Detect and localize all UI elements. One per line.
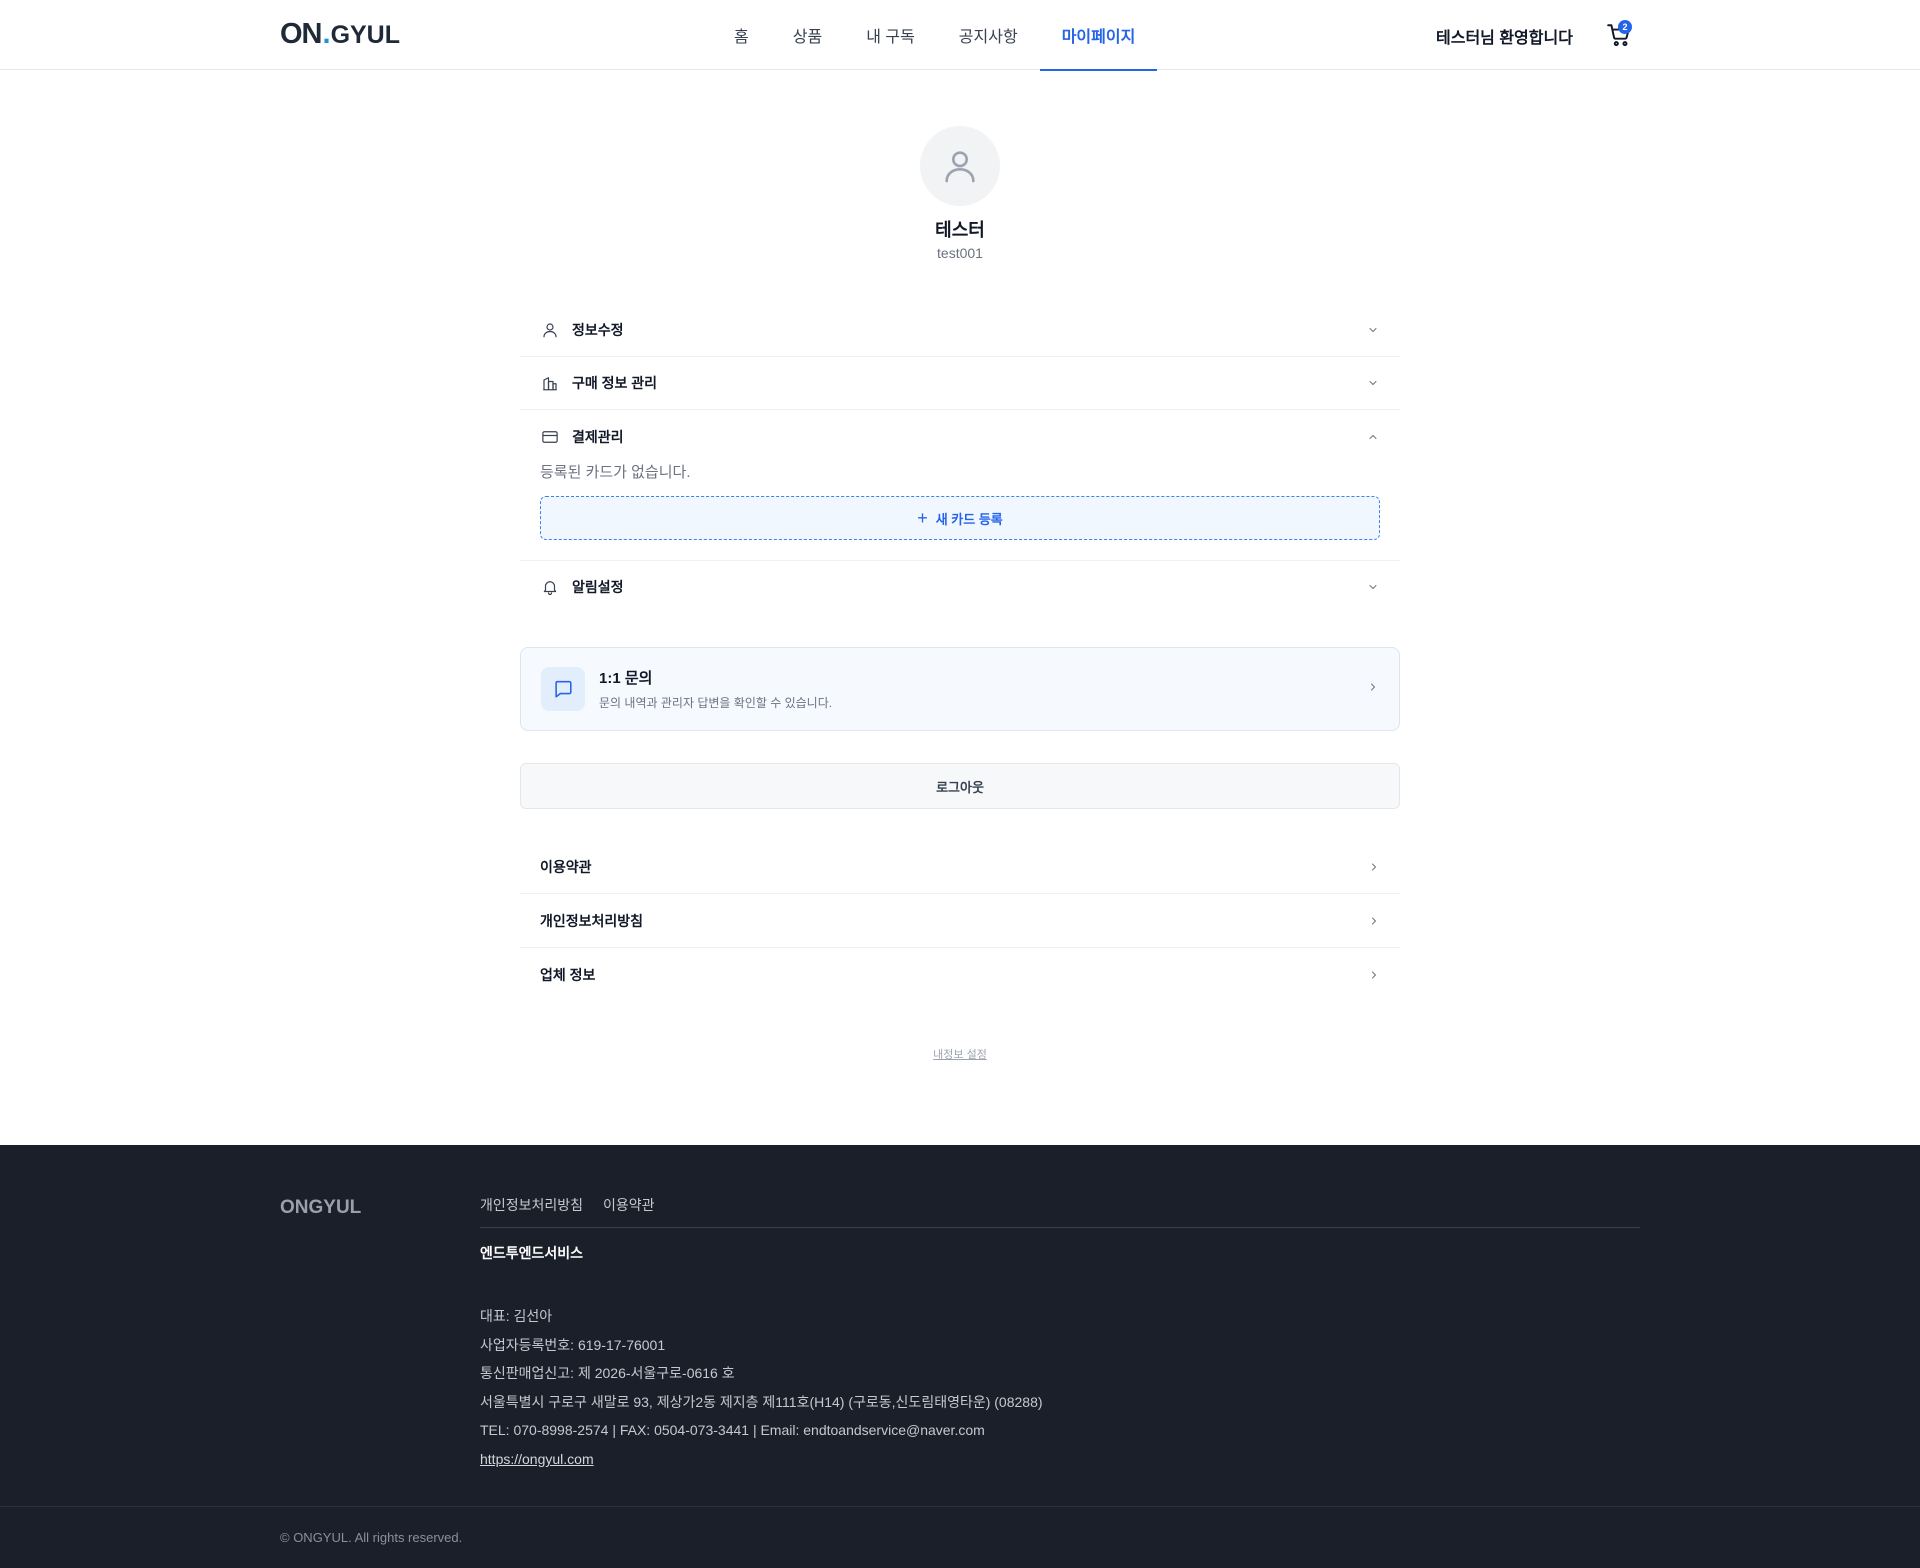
info-links: 이용약관 개인정보처리방침 업체 정보 — [520, 840, 1400, 1002]
building-icon — [540, 373, 560, 393]
account-accordion: 정보수정 구매 정보 관리 결제관리 등록된 카드가 없습니다. + 새 카드 … — [520, 304, 1400, 613]
add-card-label: 새 카드 등록 — [935, 511, 1003, 527]
nav-notices[interactable]: 공지사항 — [937, 0, 1040, 70]
footer-ceo: 대표: 김선아 — [480, 1308, 553, 1324]
chevron-right-icon — [1372, 863, 1377, 870]
inquiry-title: 1:1 문의 — [599, 670, 653, 687]
accordion-label: 정보수정 — [572, 322, 624, 338]
site-logo[interactable]: ON. GYUL — [280, 18, 400, 51]
link-company-info[interactable]: 업체 정보 — [520, 948, 1400, 1002]
logout-button[interactable]: 로그아웃 — [520, 763, 1400, 809]
chevron-right-icon — [1367, 680, 1379, 698]
nav-mypage[interactable]: 마이페이지 — [1039, 0, 1158, 71]
footer-address: 서울특별시 구로구 새말로 93, 제상가2동 제지층 제111호(H14) (… — [480, 1393, 1043, 1410]
my-info-settings-link[interactable]: 내정보 설정 — [933, 1049, 987, 1061]
link-terms[interactable]: 이용약관 — [520, 840, 1400, 894]
footer-divider — [480, 1227, 1640, 1228]
footer-link-terms[interactable]: 이용약관 — [603, 1195, 655, 1215]
welcome-text: 테스터님 환영합니다 — [1436, 30, 1573, 47]
main-nav: 홈 상품 내 구독 공지사항 마이페이지 — [712, 0, 1158, 71]
accordion-label: 구매 정보 관리 — [572, 375, 658, 391]
user-icon — [540, 320, 560, 340]
link-label: 개인정보처리방침 — [540, 912, 644, 929]
site-footer: ONGYUL 개인정보처리방침 이용약관 엔드투엔드서비스 대표: 김선아 사업… — [0, 1145, 1920, 1568]
link-privacy[interactable]: 개인정보처리방침 — [520, 894, 1400, 948]
chevron-up-icon — [1366, 430, 1380, 444]
credit-card-icon — [540, 427, 560, 447]
accordion-label: 결제관리 — [572, 428, 624, 445]
logo-sub: GYUL — [330, 21, 401, 49]
profile-id: test001 — [937, 245, 983, 261]
footer-company-name: 엔드투엔드서비스 — [480, 1245, 584, 1261]
footer-copyright: © ONGYUL. All rights reserved. — [280, 1530, 463, 1545]
top-header: ON. GYUL 홈 상품 내 구독 공지사항 마이페이지 테스터님 환영합니다 … — [0, 0, 1920, 71]
footer-contact: TEL: 070-8998-2574 | FAX: 0504-073-3441 … — [480, 1422, 985, 1439]
accordion-label: 알림설정 — [572, 579, 624, 595]
nav-my-subscription[interactable]: 내 구독 — [844, 0, 937, 70]
link-label: 업체 정보 — [540, 967, 596, 983]
chevron-right-icon — [1372, 971, 1377, 979]
add-card-button[interactable]: + 새 카드 등록 — [540, 496, 1380, 540]
cart-count-badge: 2 — [1618, 20, 1632, 34]
plus-icon: + — [917, 508, 928, 528]
user-icon — [945, 151, 975, 183]
chat-icon — [541, 667, 585, 711]
footer-bottom-divider — [0, 1506, 1920, 1507]
chevron-down-icon — [1366, 323, 1380, 337]
footer-ecommerce-no: 통신판매업신고: 제 2026-서울구로-0616 호 — [480, 1365, 735, 1382]
inquiry-card[interactable]: 1:1 문의 문의 내역과 관리자 답변을 확인할 수 있습니다. — [520, 647, 1400, 731]
profile-name: 테스터 — [935, 220, 985, 240]
link-label: 이용약관 — [540, 858, 592, 875]
logo-dot: . — [322, 18, 331, 50]
footer-business-no: 사업자등록번호: 619-17-76001 — [480, 1336, 666, 1353]
accordion-notification[interactable]: 알림설정 — [520, 561, 1400, 613]
chevron-down-icon — [1366, 376, 1380, 390]
nav-products[interactable]: 상품 — [771, 0, 844, 70]
nav-home[interactable]: 홈 — [712, 0, 771, 70]
chevron-down-icon — [1366, 580, 1380, 594]
footer-links: 개인정보처리방침 이용약관 — [480, 1195, 655, 1215]
accordion-purchase-info[interactable]: 구매 정보 관리 — [520, 357, 1400, 410]
accordion-payment-header[interactable]: 결제관리 — [520, 410, 1400, 463]
avatar — [920, 126, 1000, 206]
footer-link-privacy[interactable]: 개인정보처리방침 — [480, 1195, 583, 1215]
no-card-message: 등록된 카드가 없습니다. — [540, 464, 691, 481]
footer-url-link[interactable]: https://ongyul.com — [480, 1451, 594, 1467]
bell-icon — [540, 577, 560, 597]
my-info-settings-wrap: 내정보 설정 — [0, 1046, 1920, 1062]
inquiry-description: 문의 내역과 관리자 답변을 확인할 수 있습니다. — [599, 696, 833, 710]
footer-company-info: 대표: 김선아 사업자등록번호: 619-17-76001 통신판매업신고: 제… — [480, 1302, 1043, 1474]
accordion-payment: 결제관리 등록된 카드가 없습니다. + 새 카드 등록 — [520, 410, 1400, 561]
accordion-edit-info[interactable]: 정보수정 — [520, 304, 1400, 357]
logo-main: ON — [280, 18, 322, 50]
footer-logo: ONGYUL — [280, 1197, 362, 1218]
chevron-right-icon — [1372, 917, 1377, 924]
inquiry-text: 1:1 문의 문의 내역과 관리자 답변을 확인할 수 있습니다. — [599, 667, 1367, 711]
